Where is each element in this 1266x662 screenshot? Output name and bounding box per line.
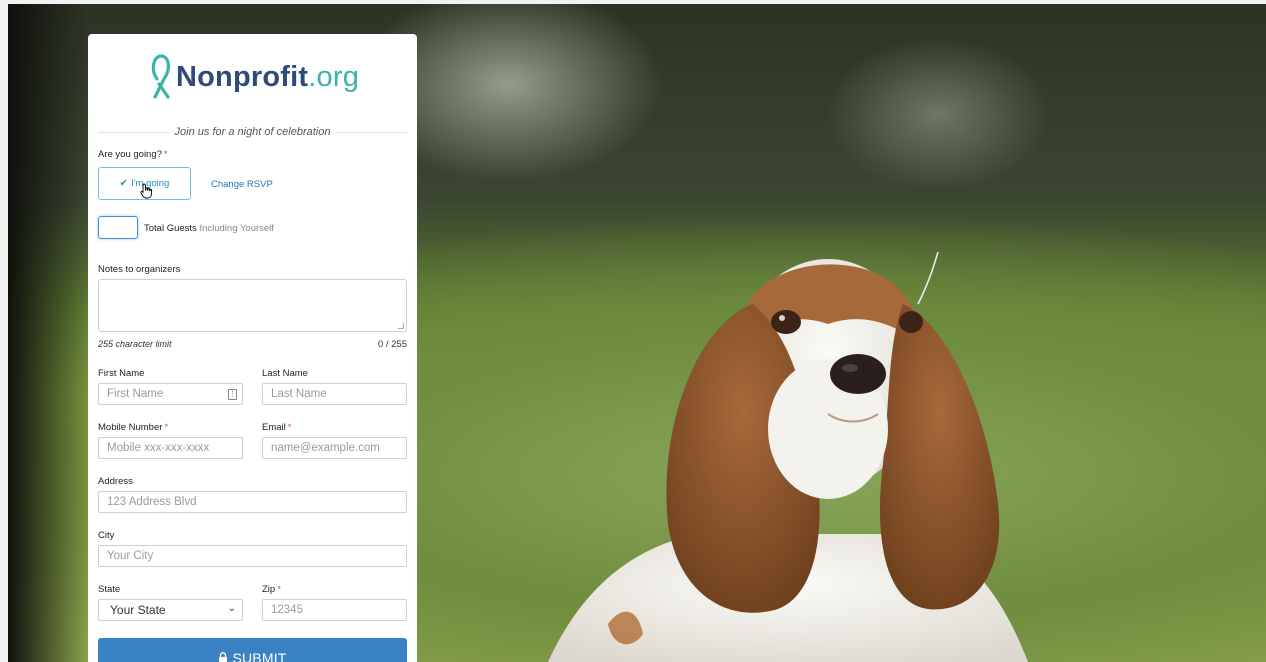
- first-name-label: First Name: [98, 368, 145, 379]
- submit-label: SUBMIT: [232, 650, 287, 662]
- email-label: Email *: [262, 422, 291, 433]
- ribbon-icon: [151, 54, 171, 99]
- character-limit-note: 255 character limit: [98, 339, 172, 349]
- total-guests-label: Total Guests Including Yourself: [144, 223, 274, 234]
- address-placeholder: 123 Address Blvd: [107, 496, 197, 508]
- state-select[interactable]: Your State ⌄: [98, 599, 243, 621]
- total-guests-input[interactable]: [98, 216, 138, 239]
- photo-vignette: [8, 4, 88, 662]
- city-label: City: [98, 530, 115, 541]
- state-label: State: [98, 584, 121, 595]
- mobile-number-label: Mobile Number *: [98, 422, 168, 433]
- address-input[interactable]: 123 Address Blvd: [98, 491, 407, 513]
- required-mark: *: [287, 422, 292, 433]
- city-input[interactable]: Your City: [98, 545, 407, 567]
- event-tagline: Join us for a night of celebration: [98, 124, 407, 140]
- chevron-down-icon: ⌄: [227, 603, 236, 614]
- resize-grip-icon[interactable]: [398, 323, 404, 329]
- required-mark: *: [163, 149, 168, 160]
- rsvp-form-card: Nonprofit.org Join us for a night of cel…: [88, 34, 417, 662]
- required-mark: *: [164, 422, 169, 433]
- tagline-text: Join us for a night of celebration: [174, 126, 331, 138]
- hand-cursor-icon: [140, 183, 152, 199]
- first-name-input[interactable]: First Name ⋮: [98, 383, 243, 405]
- logo-wordmark: Nonprofit.org: [176, 61, 359, 94]
- mobile-number-input[interactable]: Mobile xxx-xxx-xxxx: [98, 437, 243, 459]
- divider-right: [336, 131, 407, 133]
- check-icon: ✔: [119, 178, 129, 189]
- change-rsvp-link[interactable]: Change RSVP: [211, 179, 273, 190]
- email-input[interactable]: name@example.com: [262, 437, 407, 459]
- logo-name: Nonprofit: [176, 60, 309, 93]
- total-guests-hint: Including Yourself: [199, 223, 274, 234]
- divider-left: [98, 131, 169, 133]
- window-left-edge: [0, 4, 8, 662]
- character-counter: 0 / 255: [377, 339, 407, 350]
- state-selected-value: Your State: [110, 603, 166, 617]
- mobile-number-label-text: Mobile Number: [98, 422, 163, 433]
- nonprofit-logo: Nonprofit.org: [148, 52, 368, 102]
- last-name-label: Last Name: [262, 368, 308, 379]
- mobile-number-placeholder: Mobile xxx-xxx-xxxx: [107, 442, 210, 454]
- rsvp-question-label: Are you going? *: [98, 149, 168, 160]
- zip-label: Zip *: [262, 584, 281, 595]
- lock-icon: [219, 652, 228, 662]
- last-name-input[interactable]: Last Name: [262, 383, 407, 405]
- address-label: Address: [98, 476, 133, 487]
- email-placeholder: name@example.com: [271, 442, 380, 454]
- total-guests-label-main: Total Guests: [144, 223, 197, 234]
- zip-label-text: Zip: [262, 584, 276, 595]
- rsvp-question-text: Are you going?: [98, 149, 162, 160]
- email-label-text: Email: [262, 422, 286, 433]
- zip-placeholder: 12345: [271, 604, 303, 616]
- submit-button[interactable]: SUBMIT: [98, 638, 407, 662]
- notes-label: Notes to organizers: [98, 264, 181, 275]
- contact-card-icon[interactable]: ⋮: [228, 389, 237, 400]
- zip-input[interactable]: 12345: [262, 599, 407, 621]
- basset-hound-puppy-image: [548, 251, 1028, 662]
- notes-textarea[interactable]: [98, 279, 407, 332]
- city-placeholder: Your City: [107, 550, 154, 562]
- logo-suffix: .org: [308, 60, 360, 93]
- first-name-placeholder: First Name: [107, 388, 164, 400]
- last-name-placeholder: Last Name: [271, 388, 327, 400]
- required-mark: *: [277, 584, 281, 595]
